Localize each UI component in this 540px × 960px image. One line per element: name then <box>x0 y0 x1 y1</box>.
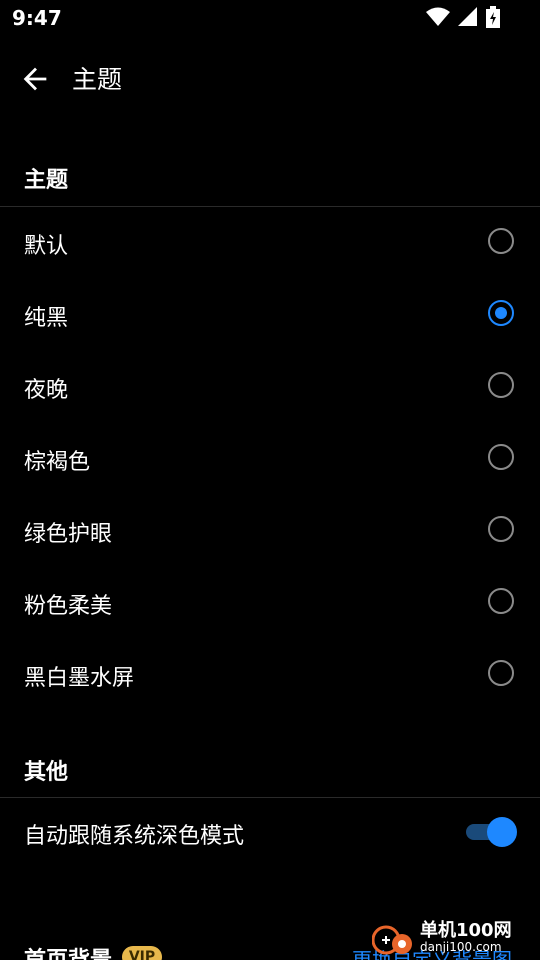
watermark-logo-icon <box>372 925 412 955</box>
theme-option-label: 粉色柔美 <box>24 594 113 619</box>
status-bar: 9:47 <box>0 0 540 36</box>
watermark-url: danji100.com <box>420 940 502 954</box>
homepage-background-label: 首页背景 <box>24 942 112 960</box>
theme-option-default[interactable]: 默认 <box>0 208 540 280</box>
site-watermark: 单机100网 danji100.com <box>368 912 536 960</box>
signal-icon <box>458 7 477 26</box>
theme-option-label: 默认 <box>24 234 69 259</box>
status-icons <box>426 6 500 28</box>
auto-dark-mode-toggle[interactable] <box>466 816 517 848</box>
divider <box>0 206 540 207</box>
back-arrow-icon[interactable] <box>18 62 52 96</box>
status-time: 9:47 <box>12 6 62 30</box>
app-bar: 主题 <box>0 40 540 116</box>
theme-option-label: 夜晚 <box>24 378 69 403</box>
radio-button[interactable] <box>488 588 514 614</box>
battery-icon <box>486 6 500 28</box>
vip-badge: VIP <box>122 946 162 960</box>
radio-button[interactable] <box>488 228 514 254</box>
theme-option-label: 棕褐色 <box>24 450 91 475</box>
wifi-icon <box>426 7 450 26</box>
radio-button[interactable] <box>488 444 514 470</box>
theme-option-night[interactable]: 夜晚 <box>0 352 540 424</box>
auto-dark-mode-label: 自动跟随系统深色模式 <box>24 824 245 849</box>
radio-button[interactable] <box>488 660 514 686</box>
section-header-theme: 主题 <box>24 168 69 193</box>
theme-option-sepia[interactable]: 棕褐色 <box>0 424 540 496</box>
theme-option-pure-black[interactable]: 纯黑 <box>0 280 540 352</box>
section-header-other: 其他 <box>24 760 69 785</box>
theme-option-eink[interactable]: 黑白墨水屏 <box>0 640 540 712</box>
toggle-thumb <box>487 817 517 847</box>
watermark-name: 单机100网 <box>420 920 512 941</box>
theme-option-pink[interactable]: 粉色柔美 <box>0 568 540 640</box>
theme-option-label: 绿色护眼 <box>24 522 113 547</box>
radio-button[interactable] <box>488 516 514 542</box>
theme-option-green[interactable]: 绿色护眼 <box>0 496 540 568</box>
page-title: 主题 <box>72 65 123 94</box>
radio-button-selected[interactable] <box>488 300 514 326</box>
theme-option-label: 黑白墨水屏 <box>24 666 135 691</box>
auto-dark-mode-row[interactable]: 自动跟随系统深色模式 <box>0 798 540 870</box>
radio-button[interactable] <box>488 372 514 398</box>
theme-option-label: 纯黑 <box>24 306 69 331</box>
